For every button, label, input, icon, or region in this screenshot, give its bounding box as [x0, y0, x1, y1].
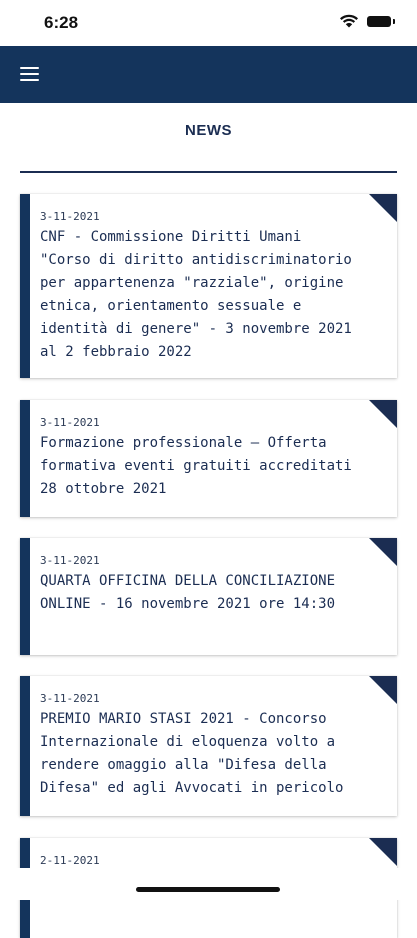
news-card[interactable]: 3-11-2021 Formazione professionale – Off…	[20, 400, 397, 517]
home-indicator[interactable]	[136, 887, 280, 892]
news-title: CNF - Commissione Diritti Umani "Corso d…	[40, 229, 352, 360]
news-card[interactable]: 3-11-2021 QUARTA OFFICINA DELLA CONCILIA…	[20, 538, 397, 655]
corner-ribbon-icon	[369, 194, 397, 222]
news-date: 3-11-2021	[40, 210, 100, 223]
news-date: 3-11-2021	[40, 554, 100, 567]
corner-ribbon-icon	[369, 838, 397, 866]
news-date: 3-11-2021	[40, 416, 100, 429]
news-date: 2-11-2021	[40, 854, 100, 867]
bottom-safe-area	[0, 868, 417, 900]
corner-ribbon-icon	[369, 538, 397, 566]
news-card[interactable]: 3-11-2021 CNF - Commissione Diritti Uman…	[20, 194, 397, 378]
news-date: 3-11-2021	[40, 692, 100, 705]
news-title: Formazione professionale – Offerta forma…	[40, 435, 352, 497]
news-title: QUARTA OFFICINA DELLA CONCILIAZIONE ONLI…	[40, 573, 336, 612]
news-card[interactable]: 3-11-2021 PREMIO MARIO STASI 2021 - Conc…	[20, 676, 397, 816]
corner-ribbon-icon	[369, 676, 397, 704]
corner-ribbon-icon	[369, 400, 397, 428]
news-title: PREMIO MARIO STASI 2021 - Concorso Inter…	[40, 711, 344, 796]
news-list: 3-11-2021 CNF - Commissione Diritti Uman…	[0, 0, 417, 938]
